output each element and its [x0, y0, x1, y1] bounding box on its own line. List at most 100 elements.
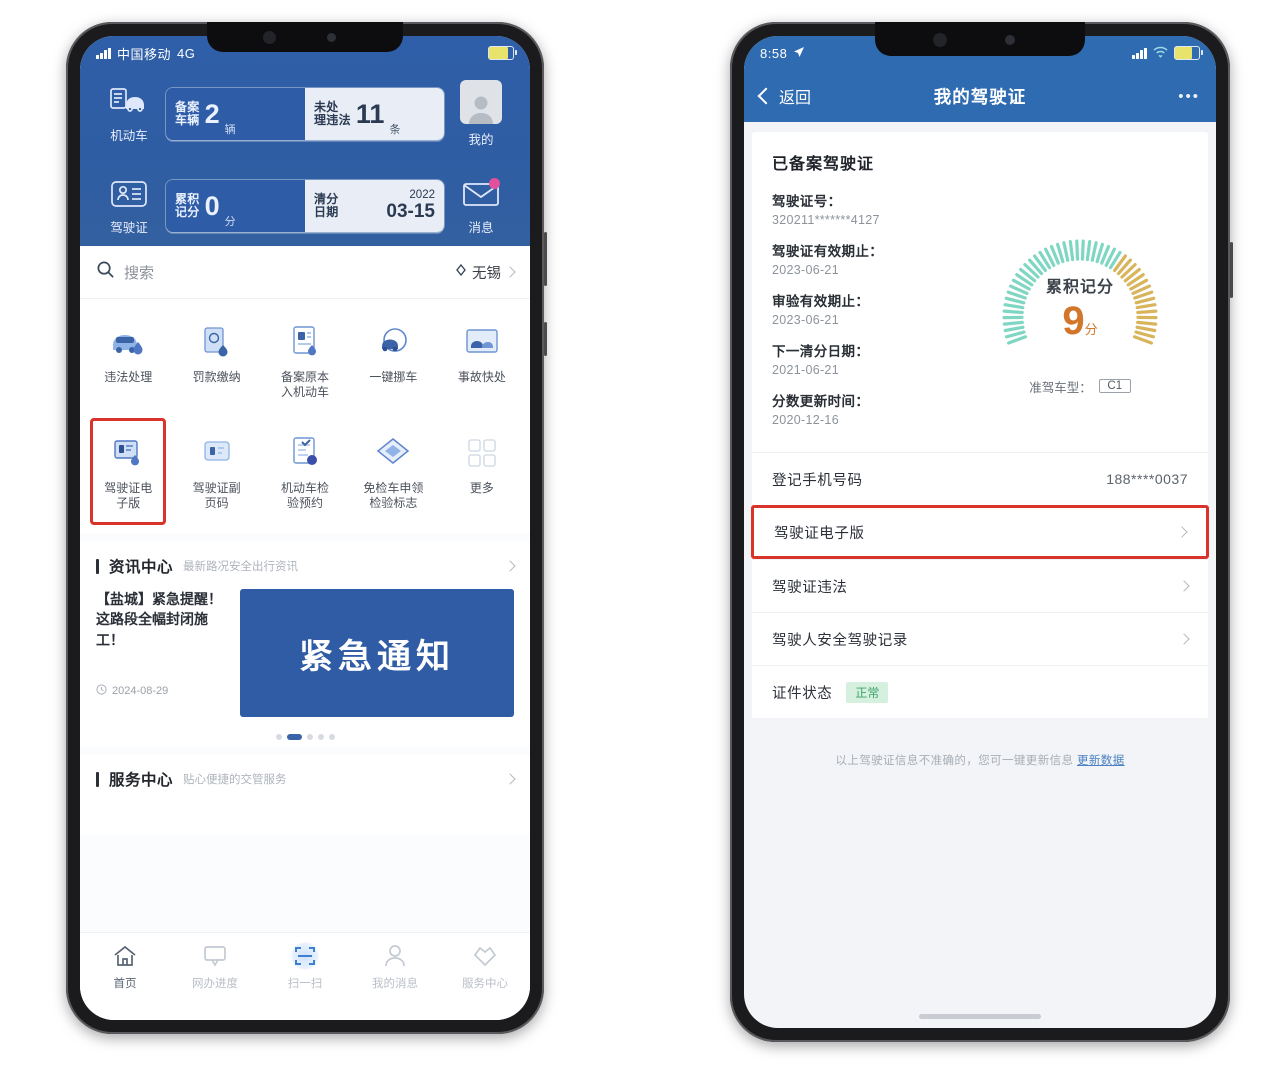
row-phone-number[interactable]: 登记手机号码 188****0037 [752, 452, 1208, 505]
news-center-section: 资讯中心 最新路况安全出行资讯 【盐城】紧急提醒！这路段全幅封闭施工！ 2024… [80, 542, 530, 746]
car-docs-icon [108, 84, 150, 120]
hero-messages-entry[interactable]: 消息 [444, 176, 518, 236]
carousel-dot[interactable] [317, 734, 324, 740]
row-safe-driving-record[interactable]: 驾驶人安全驾驶记录 [752, 612, 1208, 665]
stat-violations-label: 未处 理违法 [314, 99, 351, 127]
grid-item-label: 一键挪车 [369, 370, 418, 384]
gauge-value: 9 [1062, 298, 1085, 343]
grid-item-label: 免检车申领 检验标志 [363, 481, 424, 510]
payment-doc-icon [195, 321, 239, 363]
license-card-heading: 已备案驾驶证 [772, 156, 875, 173]
field-review-expiry: 审验有效期止： 2023-06-21 [772, 290, 972, 327]
grid-item-accident[interactable]: 事故快处 [438, 315, 526, 410]
hero-license-entry[interactable]: 驾驶证 [92, 176, 166, 236]
power-button[interactable] [544, 232, 547, 286]
hero-license-label: 驾驶证 [110, 221, 148, 235]
stat-vehicles-label: 备案 车辆 [175, 99, 200, 127]
proximity-sensor-icon [1005, 35, 1015, 45]
power-button[interactable] [1230, 242, 1233, 298]
hero-messages-label: 消息 [468, 221, 494, 235]
service-center-header[interactable]: 服务中心 贴心便捷的交管服务 [80, 755, 530, 800]
stat-clearing-label: 清分 日期 [314, 191, 339, 219]
stat-card-points[interactable]: 累积 记分 0 分 清分 日期 2022 03-15 [166, 180, 444, 232]
hero-profile-label: 我的 [468, 133, 494, 147]
license-type-value: C1 [1098, 379, 1131, 393]
license-copy-icon [195, 432, 239, 474]
grid-item-payment[interactable]: 罚款缴纳 [172, 315, 260, 410]
grid-item-inspection[interactable]: 机动车检 验预约 [261, 426, 349, 521]
stat-points-unit: 分 [224, 216, 236, 228]
search-input[interactable]: 搜索 [124, 262, 154, 283]
license-card: 已备案驾驶证 驾驶证号： 320211*******4127 驾驶证有效期止： … [751, 132, 1209, 718]
carousel-dot-active[interactable] [286, 734, 302, 740]
tab-scan[interactable]: 扫一扫 [260, 942, 350, 991]
news-center-title: 资讯中心 [109, 559, 174, 576]
news-center-header[interactable]: 资讯中心 最新路况安全出行资讯 [80, 542, 530, 587]
phone-left: 中国移动 4G 机动车 备案 车辆 2 辆 未处 理违法 11 条 我的 驾驶证… [66, 22, 547, 1034]
front-camera-icon [933, 33, 947, 47]
right-screen: 8:58 返回 我的驾驶证 ••• 已备案驾驶证 驾驶证号： 320211***… [744, 36, 1216, 1028]
search-bar[interactable]: 搜索 无锡 [80, 246, 530, 299]
volume-button[interactable] [544, 322, 547, 356]
carousel-dot[interactable] [275, 734, 282, 740]
row-label: 登记手机号码 [772, 472, 863, 489]
field-next-clearing-date: 下一清分日期： 2021-06-21 [772, 340, 972, 377]
tab-label: 扫一扫 [287, 978, 323, 990]
tab-service[interactable]: 服务中心 [440, 942, 530, 991]
stat-points-value: 0 [204, 190, 220, 221]
row-label: 证件状态 [772, 685, 833, 702]
hero-vehicles-entry[interactable]: 机动车 [92, 84, 166, 144]
detail-rows: 登记手机号码 188****0037 驾驶证电子版 驾驶证违法 驾驶人安全驾驶记… [751, 452, 1209, 718]
front-camera-icon [263, 31, 276, 44]
field-label: 审验有效期止： [772, 294, 870, 309]
service-center-section: 服务中心 贴心便捷的交管服务 [80, 755, 530, 834]
back-button[interactable]: 返回 [757, 84, 811, 108]
field-license-number: 驾驶证号： 320211*******4127 [772, 190, 972, 227]
section-accent-bar [96, 558, 99, 574]
carousel-dot[interactable] [328, 734, 335, 740]
monitor-icon [200, 942, 230, 970]
field-value: 2023-06-21 [772, 263, 839, 277]
tab-messages[interactable]: 我的消息 [350, 942, 440, 991]
carousel-dots[interactable] [80, 725, 530, 746]
grid-item-move-car[interactable]: 一键挪车 [349, 315, 437, 410]
grid-item-more[interactable]: 更多 [438, 426, 526, 521]
grid-item-record[interactable]: 备案原本 入机动车 [261, 315, 349, 410]
news-date: 2024-08-29 [112, 684, 169, 697]
carousel-dot[interactable] [306, 734, 313, 740]
scan-icon [290, 942, 320, 970]
battery-icon [1174, 46, 1203, 60]
chevron-right-icon [1178, 580, 1190, 592]
more-options-icon[interactable]: ••• [1178, 88, 1200, 105]
person-message-icon [380, 942, 410, 970]
hero-profile-entry[interactable]: 我的 [444, 80, 518, 148]
tab-label: 网办进度 [192, 978, 238, 990]
grid-item-violation[interactable]: 违法处理 [84, 315, 172, 410]
update-data-link[interactable]: 更新数据 [1077, 755, 1125, 767]
grid-row-2: 驾驶证电 子版 驾驶证副 页码 机动车检 验预约 免检车申领 检验标志 更多 [84, 418, 526, 525]
stat-clearing-year: 2022 [409, 189, 435, 202]
grid-item-exempt-mark[interactable]: 免检车申领 检验标志 [349, 426, 437, 521]
signal-bars-icon [1132, 47, 1147, 59]
news-banner[interactable]: 紧急通知 [240, 589, 514, 717]
field-label: 驾驶证有效期止： [772, 244, 884, 259]
tab-progress[interactable]: 网办进度 [170, 942, 260, 991]
tab-label: 首页 [113, 978, 137, 990]
grid-item-license-copy[interactable]: 驾驶证副 页码 [172, 426, 260, 521]
tab-home[interactable]: 首页 [80, 942, 170, 991]
accident-report-icon [460, 321, 504, 363]
row-e-license[interactable]: 驾驶证电子版 [751, 505, 1209, 559]
search-icon [96, 260, 115, 284]
record-doc-icon [283, 321, 327, 363]
location-pin-icon [455, 263, 467, 280]
city-selector[interactable]: 无锡 [455, 262, 516, 283]
row-license-violations[interactable]: 驾驶证违法 [752, 559, 1208, 612]
news-item[interactable]: 【盐城】紧急提醒！这路段全幅封闭施工！ 2024-08-29 紧急通知 [80, 587, 530, 725]
chevron-left-icon [757, 87, 775, 105]
stat-card-vehicles[interactable]: 备案 车辆 2 辆 未处 理违法 11 条 [166, 88, 444, 140]
grid-item-label: 违法处理 [104, 370, 153, 384]
left-screen: 中国移动 4G 机动车 备案 车辆 2 辆 未处 理违法 11 条 我的 驾驶证… [80, 36, 530, 1020]
grid-item-e-license[interactable]: 驾驶证电 子版 [84, 418, 172, 525]
grid-item-label: 更多 [469, 481, 494, 495]
exempt-mark-icon [371, 432, 415, 474]
